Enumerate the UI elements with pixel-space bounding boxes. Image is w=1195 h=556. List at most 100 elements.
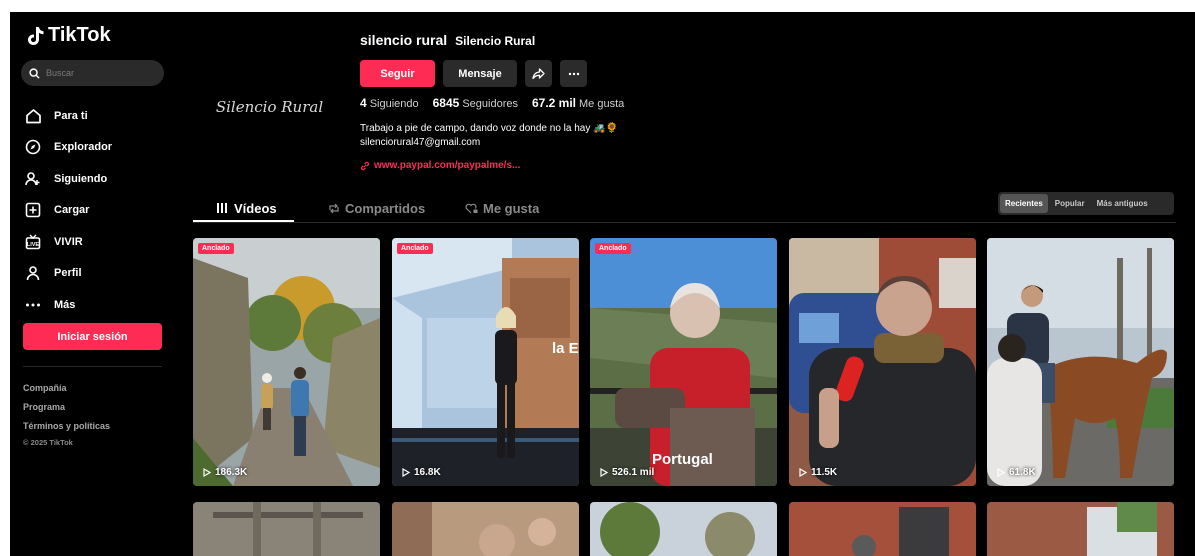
- pinned-badge: Anclado: [595, 243, 631, 254]
- tab-videos[interactable]: Vídeos: [217, 195, 277, 221]
- video-card-7[interactable]: [392, 502, 579, 556]
- view-count-text: 186.3K: [215, 467, 248, 478]
- live-tv-icon: LIVE: [24, 233, 42, 251]
- avatar-signature: Silencio Rural: [215, 98, 324, 116]
- sidebar-item-para-ti[interactable]: Para ti: [24, 100, 112, 132]
- more-dots-icon: [24, 296, 42, 314]
- likes-label: Me gusta: [579, 98, 625, 110]
- sidebar-divider: [23, 366, 162, 367]
- share-button[interactable]: [525, 60, 552, 87]
- sidebar-item-siguiendo[interactable]: Siguiendo: [24, 163, 112, 195]
- view-count: 61.8K: [997, 467, 1036, 478]
- sidebar-item-label: Explorador: [54, 141, 113, 154]
- repost-icon: [329, 203, 339, 213]
- sidebar-item-label: Perfil: [54, 267, 82, 280]
- profile-link[interactable]: www.paypal.com/paypalme/s...: [360, 160, 520, 171]
- sidebar-item-label: Más: [54, 298, 76, 311]
- video-thumbnail: [590, 502, 777, 556]
- sidebar-item-vivir[interactable]: LIVE VIVIR: [24, 226, 112, 258]
- video-card-10[interactable]: [987, 502, 1174, 556]
- video-card-6[interactable]: [193, 502, 380, 556]
- sort-mas-antiguos[interactable]: Más antiguos: [1092, 194, 1153, 213]
- play-icon: [203, 468, 211, 477]
- bio-email: silenciorural47@gmail.com: [360, 137, 481, 148]
- footer-link-terms[interactable]: Términos y políticas: [23, 417, 110, 436]
- tab-label: Vídeos: [234, 200, 277, 216]
- bio-text: Trabajo a pie de campo, dando voz donde …: [360, 123, 619, 134]
- sidebar-footer: Compañía Programa Términos y políticas ©…: [23, 379, 110, 450]
- tab-me-gusta[interactable]: Me gusta: [465, 195, 539, 221]
- sidebar-item-explorador[interactable]: Explorador: [24, 132, 112, 164]
- video-card-3[interactable]: Portugal Anclado 526.1 mil: [590, 238, 777, 486]
- user-plus-icon: [24, 170, 42, 188]
- svg-text:LIVE: LIVE: [27, 242, 40, 248]
- more-options-button[interactable]: [560, 60, 587, 87]
- video-thumbnail: Portugal: [590, 238, 777, 486]
- message-button[interactable]: Mensaje: [443, 60, 517, 87]
- sort-popular[interactable]: Popular: [1050, 194, 1090, 213]
- followers-count: 6845: [432, 96, 460, 110]
- sort-recientes[interactable]: Recientes: [1000, 194, 1048, 213]
- play-icon: [799, 468, 807, 477]
- footer-link-company[interactable]: Compañía: [23, 379, 110, 398]
- video-card-9[interactable]: [789, 502, 976, 556]
- heart-lock-icon: [465, 203, 478, 213]
- footer-link-program[interactable]: Programa: [23, 398, 110, 417]
- profile-nickname: Silencio Rural: [455, 34, 536, 48]
- video-thumbnail: [987, 502, 1174, 556]
- view-count-text: 61.8K: [1009, 467, 1036, 478]
- following-count: 4: [360, 96, 367, 110]
- sidebar-item-mas[interactable]: Más: [24, 289, 112, 321]
- more-dots-icon: [568, 72, 579, 75]
- sidebar-item-label: Para ti: [54, 109, 88, 122]
- sidebar-item-label: Cargar: [54, 204, 90, 217]
- following-stat[interactable]: 4 Siguiendo: [360, 96, 419, 110]
- view-count-text: 526.1 mil: [612, 467, 655, 478]
- view-count: 11.5K: [799, 467, 837, 478]
- profile-bio: Trabajo a pie de campo, dando voz donde …: [360, 122, 618, 150]
- video-card-2[interactable]: la E Anclado 16.8K: [392, 238, 579, 486]
- video-thumbnail: [987, 238, 1174, 486]
- video-thumbnail: [193, 502, 380, 556]
- tiktok-note-icon: [28, 26, 44, 45]
- video-card-8[interactable]: [590, 502, 777, 556]
- home-icon: [24, 107, 42, 125]
- video-thumbnail: [193, 238, 380, 486]
- video-card-4[interactable]: 11.5K: [789, 238, 976, 486]
- sidebar: TikTok Buscar Para ti Explorador Siguien…: [10, 12, 180, 556]
- video-card-5[interactable]: 61.8K: [987, 238, 1174, 486]
- pinned-badge: Anclado: [198, 243, 234, 254]
- tiktok-logo[interactable]: TikTok: [26, 24, 111, 47]
- sidebar-item-perfil[interactable]: Perfil: [24, 258, 112, 290]
- followers-stat[interactable]: 6845 Seguidores: [433, 96, 518, 110]
- profile-title: silencio rural Silencio Rural: [360, 32, 535, 48]
- share-arrow-icon: [532, 67, 545, 79]
- profile-icon: [24, 264, 42, 282]
- sort-toggle: Recientes Popular Más antiguos: [998, 192, 1174, 215]
- login-button[interactable]: Iniciar sesión: [23, 323, 162, 350]
- view-count: 16.8K: [402, 467, 441, 478]
- link-text: www.paypal.com/paypalme/s...: [374, 160, 521, 171]
- sidebar-item-label: Siguiendo: [54, 172, 108, 185]
- view-count: 526.1 mil: [600, 467, 654, 478]
- play-icon: [402, 468, 410, 477]
- sidebar-item-cargar[interactable]: Cargar: [24, 195, 112, 227]
- compass-icon: [24, 138, 42, 156]
- brand-name: TikTok: [48, 24, 111, 46]
- sidebar-nav: Para ti Explorador Siguiendo Cargar LIVE…: [24, 100, 112, 321]
- tab-label: Me gusta: [483, 200, 540, 216]
- upload-icon: [24, 201, 42, 219]
- view-count-text: 16.8K: [414, 467, 441, 478]
- video-card-1[interactable]: Anclado 186.3K: [193, 238, 380, 486]
- tiktok-window: TikTok Buscar Para ti Explorador Siguien…: [10, 12, 1195, 556]
- video-overlay-text: la E: [552, 340, 579, 357]
- follow-button[interactable]: Seguir: [360, 60, 435, 87]
- tab-label: Compartidos: [345, 200, 426, 216]
- tab-compartidos[interactable]: Compartidos: [328, 195, 425, 221]
- video-thumbnail: [392, 502, 579, 556]
- view-count: 186.3K: [203, 467, 247, 478]
- likes-count: 67.2 mil: [531, 96, 577, 110]
- copyright: © 2025 TikTok: [23, 438, 73, 447]
- pinned-badge: Anclado: [397, 243, 433, 254]
- search-input[interactable]: Buscar: [21, 60, 164, 86]
